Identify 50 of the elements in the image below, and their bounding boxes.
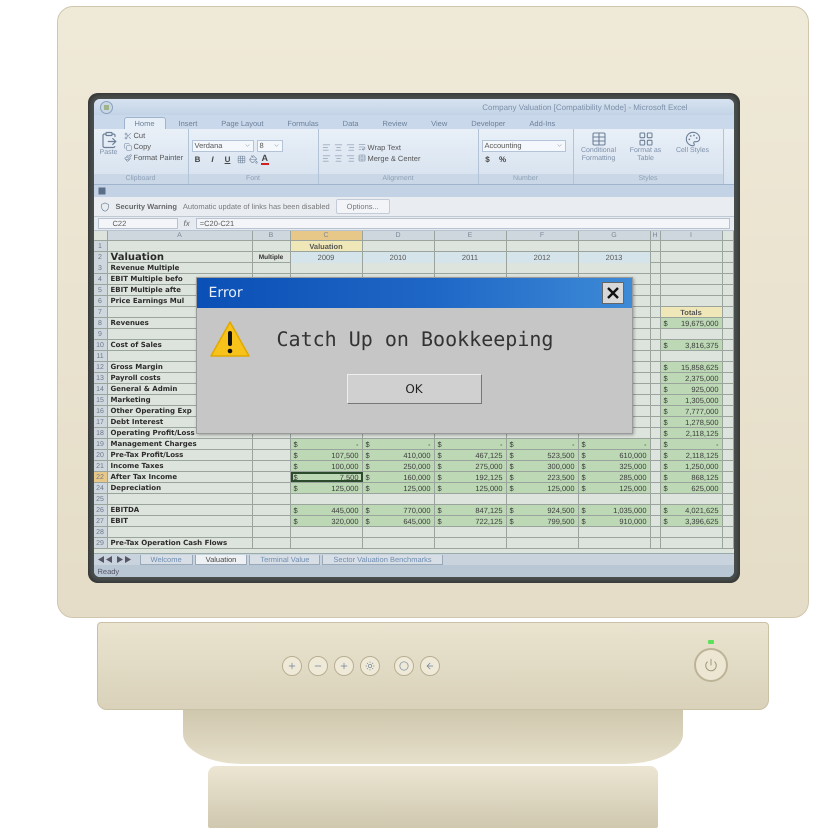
monitor-button[interactable] xyxy=(282,656,302,676)
copy-icon xyxy=(124,142,132,150)
wrap-text-icon xyxy=(358,143,366,151)
number-format-button[interactable]: % xyxy=(496,154,508,166)
align-right-icon xyxy=(346,142,354,152)
close-button[interactable] xyxy=(602,282,624,304)
format-button[interactable]: U xyxy=(222,154,234,166)
fill-color-icon xyxy=(248,155,258,164)
align-left-icon xyxy=(322,154,330,162)
monitor-button[interactable] xyxy=(308,656,328,676)
save-icon[interactable] xyxy=(98,187,106,195)
power-icon xyxy=(704,658,718,672)
table-icon xyxy=(590,131,606,147)
monitor-button[interactable] xyxy=(394,656,414,676)
plus-icon xyxy=(338,661,348,671)
palette-icon xyxy=(684,131,700,147)
shield-icon xyxy=(100,202,110,212)
align-center-icon xyxy=(334,142,342,152)
warning-icon xyxy=(208,320,250,358)
number-format-button[interactable]: $ xyxy=(482,154,494,166)
align-center-icon xyxy=(334,154,342,162)
ok-button[interactable]: OK xyxy=(346,374,482,404)
clipboard-icon xyxy=(100,131,118,149)
monitor-button[interactable] xyxy=(420,656,440,676)
monitor-button[interactable] xyxy=(334,656,354,676)
format-button[interactable]: B xyxy=(192,154,204,166)
sheet-navigation-icon[interactable] xyxy=(98,556,132,563)
power-led xyxy=(708,640,714,644)
align-left-icon xyxy=(322,142,330,152)
close-icon xyxy=(606,286,620,300)
plus-icon xyxy=(286,661,296,671)
border-icon xyxy=(236,155,246,164)
circle-icon xyxy=(398,661,408,671)
merge-cells-icon xyxy=(358,154,366,162)
arrow-icon xyxy=(424,661,434,671)
function-label[interactable]: fx xyxy=(184,219,190,228)
window-title: Company Valuation [Compatibility Mode] - Microsoft Excel xyxy=(482,102,688,112)
caret-icon xyxy=(272,142,280,149)
dialog-message: Catch Up on Bookkeeping xyxy=(276,327,554,351)
caret-icon xyxy=(556,142,562,149)
scissors-icon xyxy=(124,132,132,140)
font-color-button[interactable]: A xyxy=(260,154,269,165)
format-button[interactable]: I xyxy=(206,154,218,166)
monitor-button[interactable] xyxy=(360,656,380,676)
grid-icon xyxy=(638,131,654,147)
office-button-icon[interactable] xyxy=(100,100,112,114)
power-button[interactable] xyxy=(694,648,728,682)
caret-icon xyxy=(244,142,250,149)
paintbrush-icon xyxy=(124,154,132,162)
align-right-icon xyxy=(346,154,354,162)
